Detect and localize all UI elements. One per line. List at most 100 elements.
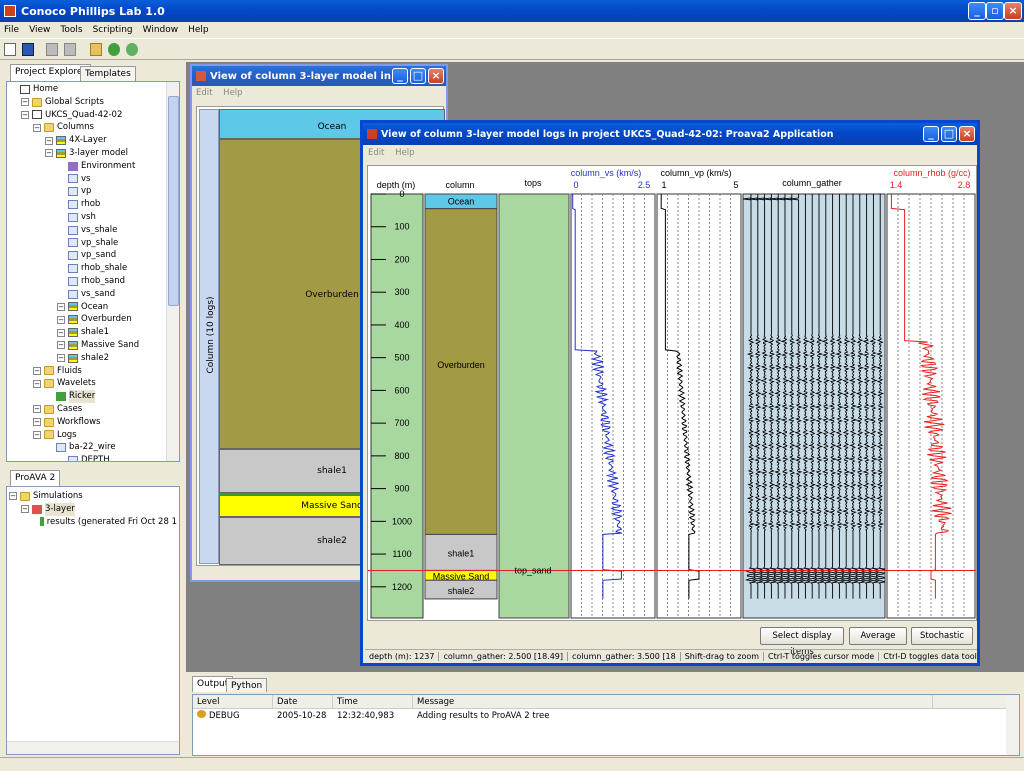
col-time[interactable]: Time — [333, 695, 413, 708]
app-icon — [4, 5, 16, 17]
tree-item[interactable]: − shale2 — [9, 352, 163, 365]
window1-maximize-button[interactable]: □ — [410, 68, 426, 84]
menu-view[interactable]: View — [29, 25, 50, 35]
tree-item[interactable]: vs_shale — [9, 224, 163, 237]
expand-icon[interactable]: − — [33, 366, 41, 375]
cut-icon[interactable] — [46, 43, 58, 56]
expand-icon[interactable]: − — [21, 505, 29, 514]
tab-templates[interactable]: Templates — [80, 66, 136, 81]
select-display-items-button[interactable]: Select display items — [760, 627, 844, 657]
expand-icon[interactable]: − — [33, 430, 41, 439]
tree-item[interactable]: − Simulations — [9, 490, 177, 503]
new-file-icon[interactable] — [4, 43, 16, 56]
tree-item[interactable]: rhob — [9, 198, 163, 211]
expand-icon[interactable]: − — [57, 302, 65, 311]
tree-item[interactable]: − 3-layer model — [9, 147, 163, 160]
tree-item[interactable]: − Fluids — [9, 365, 163, 378]
close-button[interactable]: × — [1004, 2, 1022, 20]
log-plot-area[interactable]: depth (m) column tops column_vs (km/s) colum… — [367, 165, 977, 621]
tree-item[interactable]: vp_sand — [9, 249, 163, 262]
tree-item[interactable]: − 3-layer — [9, 502, 177, 516]
minimize-button[interactable]: _ — [968, 2, 986, 20]
run-icon[interactable] — [108, 43, 120, 56]
tab-python[interactable]: Python — [226, 678, 268, 692]
menu-help[interactable]: Help — [223, 88, 242, 98]
tree-item[interactable]: Environment — [9, 160, 163, 173]
tab-project-explorer[interactable]: Project Explorer — [10, 64, 92, 81]
tree-item[interactable]: vsh — [9, 211, 163, 224]
expand-icon[interactable]: − — [9, 492, 17, 501]
expand-icon[interactable]: − — [57, 328, 65, 337]
expand-icon[interactable]: − — [45, 149, 53, 158]
tab-proava[interactable]: ProAVA 2 — [10, 470, 61, 486]
expand-icon[interactable]: − — [21, 98, 29, 107]
menu-edit[interactable]: Edit — [196, 88, 212, 98]
tree-item[interactable]: vs — [9, 173, 163, 186]
menu-edit[interactable]: Edit — [368, 148, 384, 158]
tree-item[interactable]: vp_shale — [9, 237, 163, 250]
window1-close-button[interactable]: × — [428, 68, 444, 84]
window1-minimize-button[interactable]: _ — [392, 68, 408, 84]
stochastic-button[interactable]: Stochastic — [911, 627, 973, 645]
tree-item[interactable]: DEPTH — [9, 454, 163, 461]
import-icon[interactable] — [90, 43, 102, 56]
step-icon[interactable] — [126, 43, 138, 56]
horizontal-scrollbar[interactable] — [7, 741, 179, 754]
tree-item[interactable]: rhob_shale — [9, 262, 163, 275]
tree-item[interactable]: − Ocean — [9, 301, 163, 314]
tree-item[interactable]: − Wavelets — [9, 377, 163, 390]
scroll-thumb[interactable] — [168, 96, 179, 306]
tree-item[interactable]: − Columns — [9, 121, 163, 134]
tree-item[interactable]: Ricker — [9, 390, 163, 403]
average-button[interactable]: Average — [849, 627, 907, 645]
expand-icon[interactable]: − — [57, 341, 65, 350]
expand-icon[interactable]: − — [33, 379, 41, 388]
expand-icon[interactable]: − — [21, 110, 29, 119]
expand-icon[interactable]: − — [57, 315, 65, 324]
window2-maximize-button[interactable]: □ — [941, 126, 957, 142]
expand-icon[interactable]: − — [33, 405, 41, 414]
column-layer-label: shale2 — [448, 586, 475, 596]
window2-minimize-button[interactable]: _ — [923, 126, 939, 142]
expand-icon[interactable]: − — [45, 136, 53, 145]
tree-item[interactable]: − Cases — [9, 403, 163, 416]
expand-icon[interactable]: − — [33, 123, 41, 132]
log-icon — [68, 456, 78, 461]
tree-scrollbar[interactable] — [166, 82, 179, 461]
menu-help[interactable]: Help — [188, 25, 209, 35]
tree-item[interactable]: − 4X-Layer — [9, 134, 163, 147]
restore-button[interactable]: ▫ — [986, 2, 1004, 20]
menu-tools[interactable]: Tools — [60, 25, 82, 35]
window2-close-button[interactable]: × — [959, 126, 975, 142]
save-icon[interactable] — [22, 43, 34, 56]
copy-icon[interactable] — [64, 43, 76, 56]
logs-window[interactable]: View of column 3-layer model logs in pro… — [360, 120, 980, 666]
tree-item[interactable]: Home — [9, 83, 163, 96]
tree-item[interactable]: ba-22_wire — [9, 441, 163, 454]
output-scrollbar[interactable] — [1006, 695, 1019, 755]
menu-file[interactable]: File — [4, 25, 19, 35]
tree-item[interactable]: vs_sand — [9, 288, 163, 301]
tree-item[interactable]: results (generated Fri Oct 28 1 — [9, 516, 177, 529]
tree-item[interactable]: − Logs — [9, 429, 163, 442]
tree-item[interactable]: rhob_sand — [9, 275, 163, 288]
col-date[interactable]: Date — [273, 695, 333, 708]
tree-item[interactable]: − Workflows — [9, 416, 163, 429]
menu-window[interactable]: Window — [143, 25, 179, 35]
menu-scripting[interactable]: Scripting — [93, 25, 133, 35]
tree-item[interactable]: − Global Scripts — [9, 96, 163, 109]
col-message[interactable]: Message — [413, 695, 933, 708]
menu-help[interactable]: Help — [395, 148, 414, 158]
table-row[interactable]: DEBUG 2005-10-28 12:32:40,983 Adding res… — [193, 709, 1019, 723]
tree-item[interactable]: − Overburden — [9, 313, 163, 326]
col-level[interactable]: Level — [193, 695, 273, 708]
tree-item[interactable]: − shale1 — [9, 326, 163, 339]
tree-item[interactable]: vp — [9, 185, 163, 198]
expand-icon[interactable]: − — [33, 418, 41, 427]
log-plot-svg[interactable]: depth (m) column tops column_vs (km/s) colum… — [368, 166, 976, 620]
tree-item[interactable]: − Massive Sand — [9, 339, 163, 352]
tree-item-label: ba-22_wire — [69, 442, 116, 453]
tree-item[interactable]: − UKCS_Quad-42-02 — [9, 109, 163, 122]
expand-icon[interactable]: − — [57, 354, 65, 363]
log-icon — [68, 289, 78, 299]
